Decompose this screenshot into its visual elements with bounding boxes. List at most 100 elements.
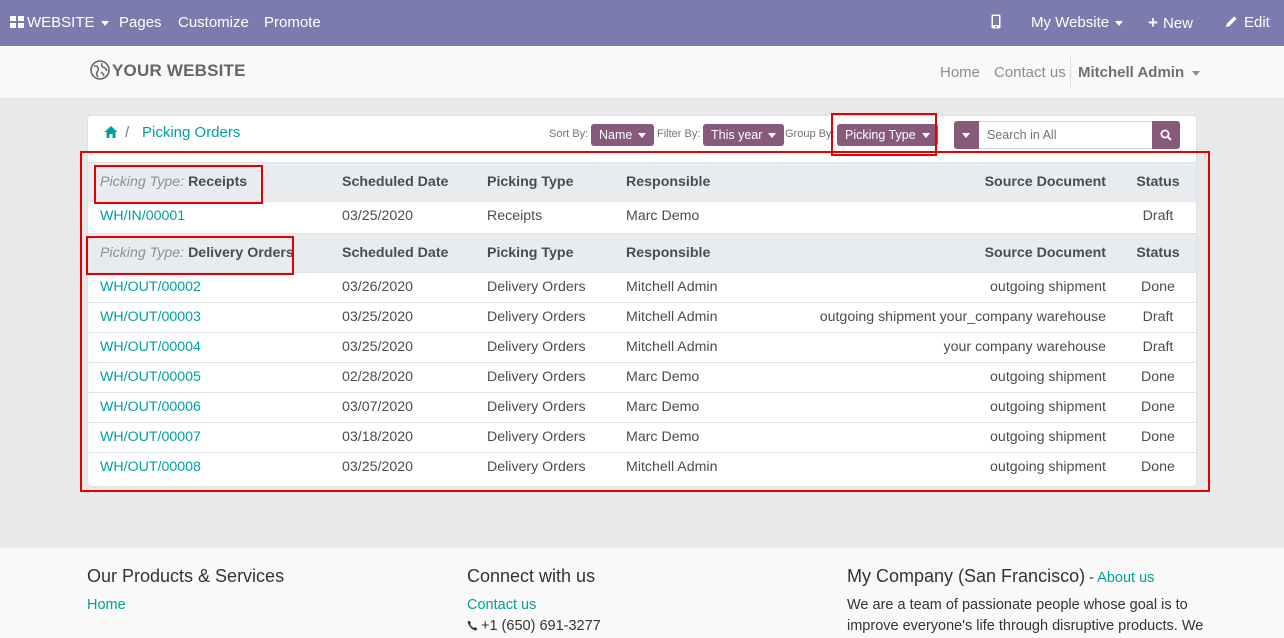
picking-ref-link[interactable]: WH/IN/00001 xyxy=(100,202,185,231)
status: Draft xyxy=(1142,309,1174,325)
column-header-picking-type: Picking Type xyxy=(487,174,574,190)
customize-menu[interactable]: Customize xyxy=(178,0,249,46)
footer-about-text-1: We are a team of passionate people whose… xyxy=(847,597,1188,613)
filter-by-dropdown[interactable]: This year xyxy=(703,124,785,146)
nav-divider xyxy=(1070,56,1071,89)
site-header: YOUR WEBSITE Home Contact us Mitchell Ad… xyxy=(0,46,1284,99)
table-row[interactable]: WH/OUT/00004 03/25/2020 Delivery Orders … xyxy=(88,332,1196,362)
group-by-value: Picking Type xyxy=(845,128,916,142)
chevron-down-icon xyxy=(1115,20,1124,26)
nav-home[interactable]: Home xyxy=(940,46,980,99)
search-button[interactable] xyxy=(1152,121,1180,149)
website-admin-bar: WEBSITE Pages Customize Promote My Websi… xyxy=(0,0,1284,46)
nav-contact-us[interactable]: Contact us xyxy=(994,46,1066,99)
picking-ref-link[interactable]: WH/OUT/00002 xyxy=(100,273,201,302)
source-document: outgoing shipment xyxy=(990,399,1106,415)
column-header-status: Status xyxy=(1136,174,1180,190)
search-input[interactable] xyxy=(979,121,1152,149)
source-document: outgoing shipment xyxy=(990,459,1106,475)
edit-label: Edit xyxy=(1244,14,1270,31)
table-row[interactable]: WH/OUT/00002 03/26/2020 Delivery Orders … xyxy=(88,272,1196,302)
responsible: Marc Demo xyxy=(626,429,700,445)
table-row[interactable]: WH/IN/00001 03/25/2020 Receipts Marc Dem… xyxy=(88,201,1196,231)
picking-ref-link[interactable]: WH/OUT/00004 xyxy=(100,333,201,362)
source-document: your company warehouse xyxy=(943,339,1106,355)
apps-grid-icon xyxy=(10,16,24,28)
breadcrumb-picking-orders[interactable]: Picking Orders xyxy=(142,124,240,141)
website-menu[interactable]: WEBSITE xyxy=(10,0,109,46)
footer-contact-link[interactable]: Contact us xyxy=(467,597,536,613)
website-menu-label: WEBSITE xyxy=(27,14,95,31)
filter-by-label: Filter By: xyxy=(657,128,701,140)
table-row[interactable]: WH/OUT/00005 02/28/2020 Delivery Orders … xyxy=(88,362,1196,392)
source-document: outgoing shipment xyxy=(990,279,1106,295)
user-menu[interactable]: Mitchell Admin xyxy=(1078,46,1201,99)
scheduled-date: 03/25/2020 xyxy=(342,309,414,325)
group-title: Picking Type: Delivery Orders xyxy=(100,234,294,272)
chevron-down-icon xyxy=(1192,70,1201,76)
mobile-preview-button[interactable] xyxy=(991,0,1001,46)
chevron-down-icon xyxy=(100,20,109,26)
site-logo[interactable]: YOUR WEBSITE xyxy=(90,60,246,81)
title-dash: - xyxy=(1085,570,1098,586)
search-icon xyxy=(1160,129,1172,141)
picking-type: Delivery Orders xyxy=(487,369,586,385)
group-header-receipts[interactable]: Picking Type: Receipts Scheduled Date Pi… xyxy=(88,162,1196,201)
picking-ref-link[interactable]: WH/OUT/00008 xyxy=(100,453,201,482)
table-row[interactable]: WH/OUT/00006 03/07/2020 Delivery Orders … xyxy=(88,392,1196,422)
group-header-delivery-orders[interactable]: Picking Type: Delivery Orders Scheduled … xyxy=(88,233,1196,272)
my-website-menu[interactable]: My Website xyxy=(1031,0,1124,46)
footer-about-link[interactable]: About us xyxy=(1097,570,1154,586)
picking-type: Delivery Orders xyxy=(487,399,586,415)
responsible: Mitchell Admin xyxy=(626,339,718,355)
footer-products-title: Our Products & Services xyxy=(87,566,285,586)
picking-ref-link[interactable]: WH/OUT/00006 xyxy=(100,393,201,422)
sort-by-value: Name xyxy=(599,128,633,142)
group-name: Receipts xyxy=(188,174,248,190)
picking-type: Delivery Orders xyxy=(487,309,586,325)
chevron-down-icon xyxy=(921,133,930,139)
picking-ref-link[interactable]: WH/OUT/00005 xyxy=(100,363,201,392)
column-header-source-document: Source Document xyxy=(984,245,1106,261)
status: Done xyxy=(1141,459,1175,475)
new-button[interactable]: + New xyxy=(1148,0,1193,46)
pages-menu[interactable]: Pages xyxy=(119,0,162,46)
picking-ref-link[interactable]: WH/OUT/00003 xyxy=(100,303,201,332)
scheduled-date: 03/25/2020 xyxy=(342,339,414,355)
status: Done xyxy=(1141,429,1175,445)
edit-button[interactable]: Edit xyxy=(1225,0,1270,46)
responsible: Marc Demo xyxy=(626,208,700,224)
sort-by-dropdown[interactable]: Name xyxy=(591,124,655,146)
status: Done xyxy=(1141,279,1175,295)
company-name: My Company (San Francisco) xyxy=(847,566,1086,586)
picking-type: Receipts xyxy=(487,208,543,224)
scheduled-date: 03/26/2020 xyxy=(342,279,414,295)
status: Draft xyxy=(1142,208,1174,224)
source-document: outgoing shipment your_company warehouse xyxy=(819,309,1106,325)
column-header-source-document: Source Document xyxy=(984,174,1106,190)
table-row[interactable]: WH/OUT/00008 03/25/2020 Delivery Orders … xyxy=(88,452,1196,482)
table-row[interactable]: WH/OUT/00003 03/25/2020 Delivery Orders … xyxy=(88,302,1196,332)
phone-icon xyxy=(467,620,478,631)
column-header-scheduled-date: Scheduled Date xyxy=(342,245,449,261)
table-row[interactable]: WH/OUT/00007 03/18/2020 Delivery Orders … xyxy=(88,422,1196,452)
picking-ref-link[interactable]: WH/OUT/00007 xyxy=(100,423,201,452)
group-name: Delivery Orders xyxy=(188,245,294,261)
logo-text: YOUR WEBSITE xyxy=(112,61,246,80)
my-website-label: My Website xyxy=(1031,14,1110,31)
group-by-dropdown[interactable]: Picking Type xyxy=(837,124,938,146)
column-header-status: Status xyxy=(1136,245,1180,261)
responsible: Mitchell Admin xyxy=(626,279,718,295)
group-by-label: Group By: xyxy=(785,128,835,140)
globe-icon xyxy=(90,60,110,80)
promote-menu[interactable]: Promote xyxy=(264,0,321,46)
picking-type: Delivery Orders xyxy=(487,279,586,295)
footer-phone: +1 (650) 691-3277 xyxy=(467,618,601,634)
sort-by-label: Sort By: xyxy=(549,128,589,140)
group-label: Picking Type: xyxy=(100,174,185,190)
footer-home-link[interactable]: Home xyxy=(87,597,126,613)
home-icon[interactable] xyxy=(104,125,118,139)
responsible: Mitchell Admin xyxy=(626,309,718,325)
pencil-icon xyxy=(1226,16,1237,27)
search-filter-dropdown[interactable] xyxy=(954,121,979,149)
